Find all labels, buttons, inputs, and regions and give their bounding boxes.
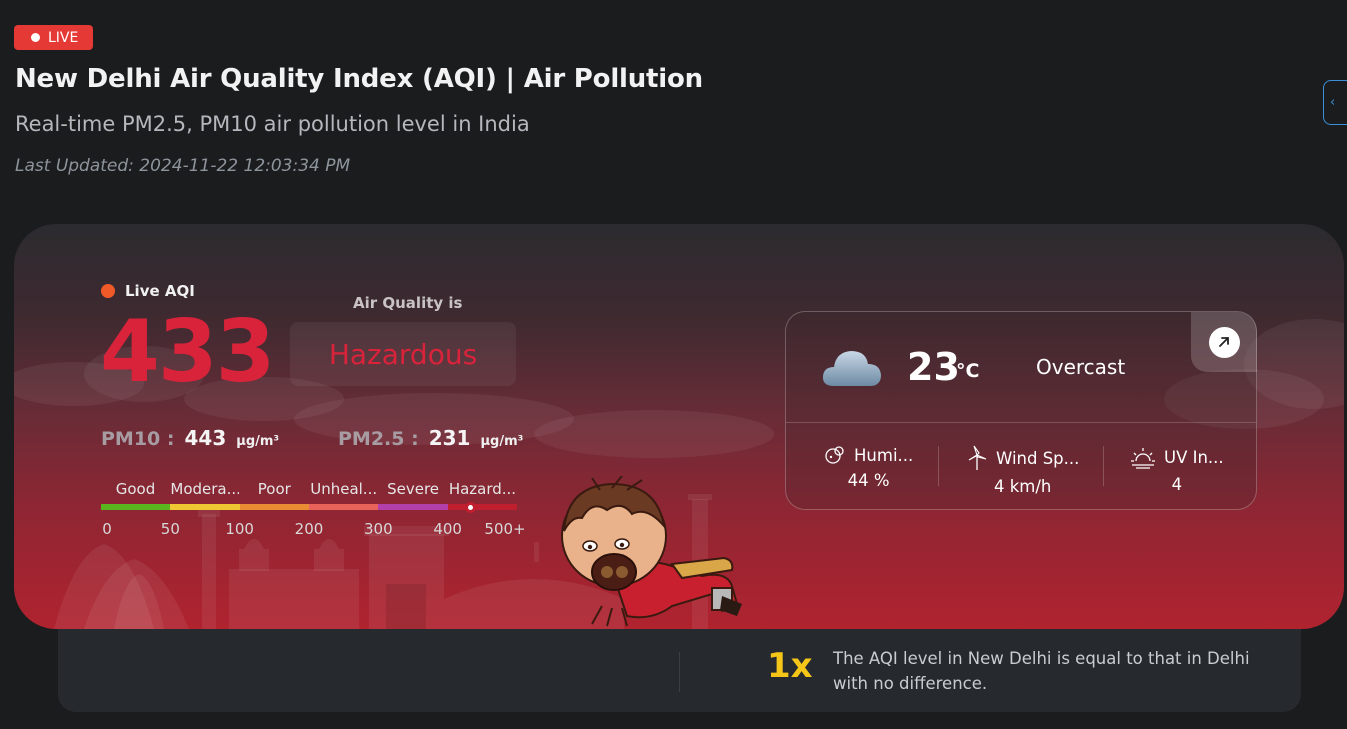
uv-index-metric: UV In... 4 [1130, 445, 1224, 494]
wind-speed-metric: Wind Sp... 4 km/h [966, 445, 1079, 496]
temperature-value: 23 [907, 345, 960, 389]
live-badge: LIVE [14, 25, 94, 50]
humidity-value: 44 % [847, 471, 890, 490]
aqi-scale-bar [101, 504, 517, 510]
weather-divider [786, 422, 1256, 423]
last-updated: Last Updated: 2024-11-22 12:03:34 PM [15, 156, 351, 176]
metric-separator [938, 446, 939, 486]
comparison-divider [679, 652, 680, 692]
pm10-value: 443 [184, 426, 227, 450]
scale-tick-label: 0 [102, 520, 112, 538]
pm10-reading: PM10 : 443 µg/m³ [101, 426, 279, 450]
scale-tick-label: 50 [160, 520, 180, 538]
chevron-left-icon: ‹ [1330, 95, 1336, 110]
scale-level-unhealthy: Unheal... [310, 480, 378, 498]
live-label: LIVE [48, 29, 79, 46]
scale-segment [170, 504, 240, 510]
scale-level-hazardous: Hazard... [448, 480, 517, 498]
aqi-scale-marker [464, 502, 476, 513]
page-subtitle: Real-time PM2.5, PM10 air pollution leve… [15, 112, 530, 136]
pm25-reading: PM2.5 : 231 µg/m³ [338, 426, 523, 450]
pm25-value: 231 [428, 426, 471, 450]
scale-level-moderate: Modera... [170, 480, 240, 498]
pm25-unit: µg/m³ [480, 434, 524, 449]
scale-segment [447, 504, 517, 510]
aqi-hero-card: Live AQI 433 Air Quality is Hazardous PM… [14, 224, 1344, 629]
page-title: New Delhi Air Quality Index (AQI) | Air … [15, 64, 703, 94]
temperature-unit: °C [956, 360, 980, 382]
scale-tick-label: 500+ [484, 520, 526, 538]
comparison-text: The AQI level in New Delhi is equal to t… [833, 649, 1250, 693]
cloud-icon [822, 351, 881, 386]
aqi-status-badge: Hazardous [290, 322, 516, 386]
pm10-unit: µg/m³ [236, 434, 280, 449]
live-aqi-label: Live AQI [101, 282, 195, 300]
arrow-up-right-icon [1208, 326, 1240, 358]
scale-level-severe: Severe [387, 480, 440, 498]
metric-separator [1103, 446, 1104, 486]
scale-tick-label: 200 [294, 520, 324, 538]
scale-segment [378, 504, 448, 510]
weather-card: 23 °C Overcast Humi... 44 % Wind Sp... 4… [785, 311, 1257, 510]
humidity-label: Humi... [854, 445, 914, 465]
wind-speed-value: 4 km/h [994, 477, 1052, 496]
scale-level-poor: Poor [257, 480, 291, 498]
scale-level-good: Good [115, 480, 156, 498]
pm10-label: PM10 : [101, 428, 175, 450]
humidity-metric: Humi... 44 % [824, 445, 913, 490]
uv-index-value: 4 [1171, 475, 1183, 494]
humidity-icon [825, 446, 844, 464]
scale-segment [308, 504, 379, 510]
wind-speed-label: Wind Sp... [996, 448, 1080, 468]
scale-tick-label: 400 [433, 520, 462, 538]
aqi-value: 433 [100, 302, 276, 402]
live-aqi-text: Live AQI [125, 282, 195, 300]
uv-index-label: UV In... [1164, 447, 1224, 467]
scale-tick-label: 100 [225, 520, 254, 538]
live-indicator-icon [101, 284, 115, 298]
comparison-multiplier: 1x [767, 646, 813, 686]
side-panel-button[interactable]: ‹ [1323, 80, 1347, 125]
scale-tick-label: 300 [364, 520, 393, 538]
air-quality-label: Air Quality is [353, 294, 463, 312]
masked-boy-mascot-illustration [561, 476, 742, 627]
uv-sun-icon [1131, 448, 1155, 469]
weather-expand-button[interactable] [1191, 312, 1257, 372]
wind-turbine-icon [968, 445, 987, 470]
scale-segment [239, 504, 309, 510]
live-dot-icon [31, 33, 40, 42]
scale-segment [101, 504, 171, 510]
weather-condition: Overcast [1036, 355, 1126, 379]
aqi-scale-labels: Good Modera... Poor Unheal... Severe Haz… [101, 480, 517, 498]
pm25-label: PM2.5 : [338, 428, 419, 450]
